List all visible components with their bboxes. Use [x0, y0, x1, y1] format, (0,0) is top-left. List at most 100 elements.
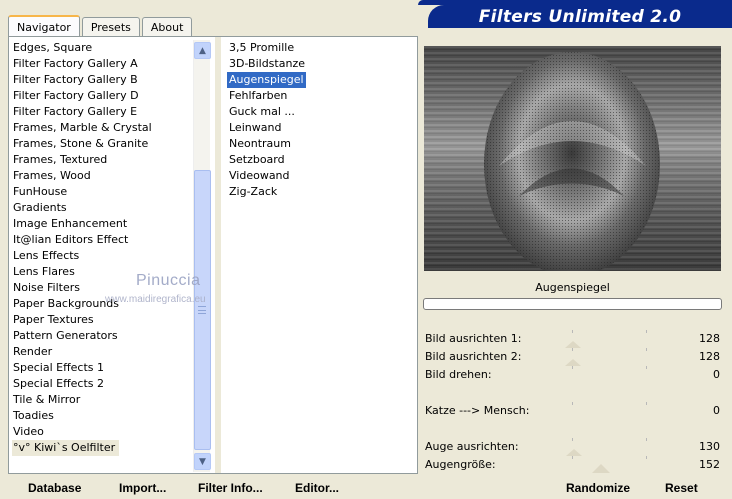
- filter-item-label[interactable]: Videowand: [227, 168, 292, 184]
- category-item-label[interactable]: Video: [12, 425, 44, 438]
- filter-info-button[interactable]: Filter Info...: [198, 481, 263, 495]
- category-item-label[interactable]: Frames, Stone & Granite: [12, 137, 148, 150]
- tab-presets[interactable]: Presets: [81, 17, 140, 36]
- category-item-label[interactable]: Special Effects 1: [12, 361, 104, 374]
- tab-about[interactable]: About: [141, 17, 193, 36]
- param-label: Bild ausrichten 2:: [425, 350, 522, 363]
- param-row[interactable]: Bild drehen: 0: [424, 366, 722, 384]
- param-row[interactable]: Katze ---> Mensch: 0: [424, 402, 722, 420]
- param-row[interactable]: Bild ausrichten 1: 128: [424, 330, 722, 348]
- scroll-grip-icon: [198, 306, 206, 314]
- filter-item[interactable]: 3,5 Promille: [227, 40, 407, 56]
- category-item-label[interactable]: Noise Filters: [12, 281, 80, 294]
- category-item-label[interactable]: It@lian Editors Effect: [12, 233, 128, 246]
- category-list[interactable]: Edges, Square Filter Factory Gallery A Fil…: [12, 40, 192, 456]
- filter-item[interactable]: Videowand: [227, 168, 407, 184]
- category-item[interactable]: Frames, Wood: [12, 168, 192, 184]
- category-item[interactable]: Tile & Mirror: [12, 392, 192, 408]
- filter-item[interactable]: Setzboard: [227, 152, 407, 168]
- filter-item[interactable]: Leinwand: [227, 120, 407, 136]
- filter-item-label[interactable]: 3,5 Promille: [227, 40, 296, 56]
- param-value: 152: [699, 458, 720, 471]
- category-item-label[interactable]: Tile & Mirror: [12, 393, 80, 406]
- category-item-label[interactable]: Paper Backgrounds: [12, 297, 119, 310]
- category-item-label[interactable]: Pattern Generators: [12, 329, 118, 342]
- param-row[interactable]: Augengröße: 152: [424, 456, 722, 474]
- filter-list[interactable]: 3,5 Promille 3D-Bildstanze Augenspiegel Feh…: [227, 40, 407, 200]
- filter-item[interactable]: Guck mal ...: [227, 104, 407, 120]
- category-item-label[interactable]: Gradients: [12, 201, 67, 214]
- category-item[interactable]: Frames, Marble & Crystal: [12, 120, 192, 136]
- category-item[interactable]: Filter Factory Gallery D: [12, 88, 192, 104]
- category-item[interactable]: Frames, Textured: [12, 152, 192, 168]
- category-item[interactable]: Paper Textures: [12, 312, 192, 328]
- category-item[interactable]: Lens Effects: [12, 248, 192, 264]
- category-item-label[interactable]: Frames, Wood: [12, 169, 91, 182]
- category-item-label[interactable]: Lens Flares: [12, 265, 75, 278]
- database-button[interactable]: Database: [28, 481, 81, 495]
- category-item[interactable]: Pattern Generators: [12, 328, 192, 344]
- filter-item-label[interactable]: Zig-Zack: [227, 184, 279, 200]
- filter-item-label[interactable]: Leinwand: [227, 120, 283, 136]
- filter-item-label[interactable]: Augenspiegel: [227, 72, 306, 88]
- category-item-label[interactable]: Image Enhancement: [12, 217, 127, 230]
- category-item-label[interactable]: Filter Factory Gallery E: [12, 105, 137, 118]
- filter-item-label[interactable]: 3D-Bildstanze: [227, 56, 307, 72]
- filter-item[interactable]: Augenspiegel: [227, 72, 407, 88]
- param-row[interactable]: Auge ausrichten: 130: [424, 438, 722, 456]
- param-slider-thumb[interactable]: [565, 359, 581, 366]
- category-item-label[interactable]: Special Effects 2: [12, 377, 104, 390]
- filter-item[interactable]: 3D-Bildstanze: [227, 56, 407, 72]
- category-item[interactable]: Filter Factory Gallery B: [12, 72, 192, 88]
- filter-item[interactable]: Zig-Zack: [227, 184, 407, 200]
- category-item[interactable]: °v° Kiwi`s Oelfilter: [12, 440, 192, 456]
- category-item-label[interactable]: °v° Kiwi`s Oelfilter: [12, 440, 120, 456]
- category-item[interactable]: Gradients: [12, 200, 192, 216]
- category-item[interactable]: Toadies: [12, 408, 192, 424]
- editor-button[interactable]: Editor...: [295, 481, 339, 495]
- category-item[interactable]: It@lian Editors Effect: [12, 232, 192, 248]
- reset-button[interactable]: Reset: [665, 481, 698, 495]
- param-row[interactable]: Bild ausrichten 2: 128: [424, 348, 722, 366]
- category-item-label[interactable]: Render: [12, 345, 52, 358]
- category-item[interactable]: Filter Factory Gallery E: [12, 104, 192, 120]
- filter-item[interactable]: Neontraum: [227, 136, 407, 152]
- randomize-button[interactable]: Randomize: [566, 481, 630, 495]
- category-item-label[interactable]: Frames, Marble & Crystal: [12, 121, 152, 134]
- param-slider-thumb[interactable]: [565, 341, 581, 348]
- category-item-label[interactable]: FunHouse: [12, 185, 67, 198]
- category-item[interactable]: Render: [12, 344, 192, 360]
- category-item-label[interactable]: Edges, Square: [12, 41, 92, 54]
- watermark-url: www.maidiregrafica.eu: [105, 294, 206, 305]
- category-scrollbar[interactable]: ▲ ▼: [193, 40, 211, 472]
- category-item[interactable]: Video: [12, 424, 192, 440]
- category-item[interactable]: Special Effects 2: [12, 376, 192, 392]
- category-item[interactable]: FunHouse: [12, 184, 192, 200]
- param-label: Augengröße:: [425, 458, 496, 471]
- category-item[interactable]: Edges, Square: [12, 40, 192, 56]
- category-item-label[interactable]: Paper Textures: [12, 313, 94, 326]
- scroll-up-button[interactable]: ▲: [194, 42, 211, 59]
- category-item[interactable]: Frames, Stone & Granite: [12, 136, 192, 152]
- filter-item-label[interactable]: Neontraum: [227, 136, 293, 152]
- category-item[interactable]: Special Effects 1: [12, 360, 192, 376]
- category-item-label[interactable]: Lens Effects: [12, 249, 79, 262]
- category-item[interactable]: Image Enhancement: [12, 216, 192, 232]
- tab-navigator[interactable]: Navigator: [8, 15, 80, 37]
- filter-item-label[interactable]: Fehlfarben: [227, 88, 289, 104]
- filter-item-label[interactable]: Guck mal ...: [227, 104, 297, 120]
- category-item[interactable]: Filter Factory Gallery A: [12, 56, 192, 72]
- param-slider-thumb[interactable]: [566, 449, 582, 456]
- filter-item-label[interactable]: Setzboard: [227, 152, 287, 168]
- category-item-label[interactable]: Filter Factory Gallery B: [12, 73, 138, 86]
- filter-item[interactable]: Fehlfarben: [227, 88, 407, 104]
- import-button[interactable]: Import...: [119, 481, 166, 495]
- category-item-label[interactable]: Frames, Textured: [12, 153, 107, 166]
- category-item-label[interactable]: Toadies: [12, 409, 54, 422]
- slider-thumb-bottom[interactable]: [592, 464, 610, 473]
- param-spacer: [424, 420, 722, 438]
- category-item-label[interactable]: Filter Factory Gallery A: [12, 57, 138, 70]
- category-item-label[interactable]: Filter Factory Gallery D: [12, 89, 139, 102]
- param-label: Bild drehen:: [425, 368, 492, 381]
- scroll-down-button[interactable]: ▼: [194, 453, 211, 470]
